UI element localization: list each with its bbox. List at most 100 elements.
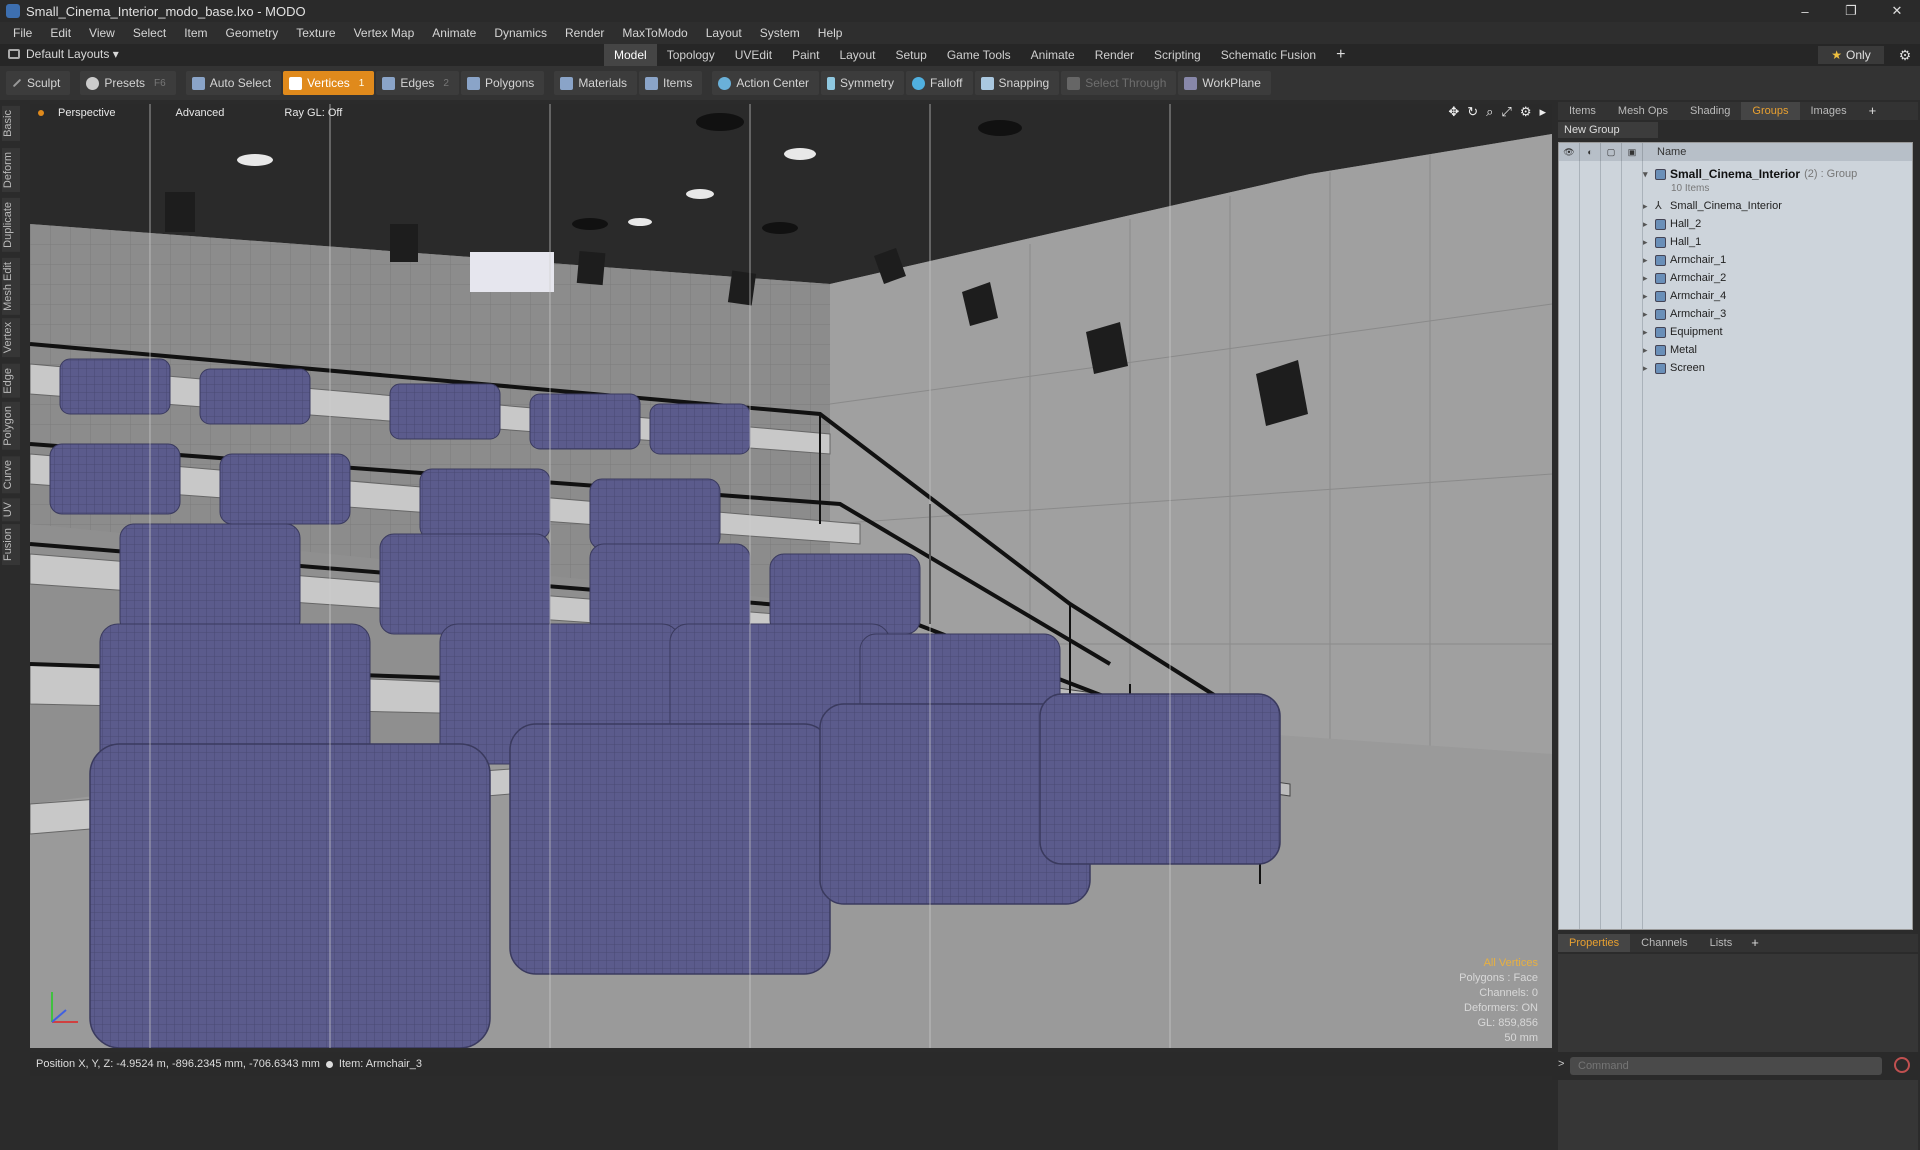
render-column-icon[interactable]: ◐ (1580, 143, 1601, 161)
tab-fusion[interactable]: Fusion (2, 524, 20, 566)
list-item[interactable]: ▸ Armchair_1 (1643, 251, 1913, 269)
snapping-button[interactable]: Snapping (974, 71, 1060, 95)
list-item[interactable]: ▸ Hall_2 (1643, 215, 1913, 233)
list-item[interactable]: ▸ Armchair_4 (1643, 287, 1913, 305)
tab-properties[interactable]: Properties (1558, 934, 1631, 952)
polygons-button[interactable]: Polygons (460, 71, 545, 95)
sculpt-button[interactable]: Sculpt (6, 71, 71, 95)
tab-vertex[interactable]: Vertex (2, 318, 20, 358)
tab-items[interactable]: Items (1558, 102, 1607, 120)
viewport-menu-icon[interactable] (38, 110, 44, 116)
list-item[interactable]: ▸ Armchair_3 (1643, 305, 1913, 323)
menu-edit[interactable]: Edit (41, 26, 80, 40)
list-item[interactable]: ▸ Screen (1643, 359, 1913, 377)
menu-layout[interactable]: Layout (697, 26, 751, 40)
tab-duplicate[interactable]: Duplicate (2, 198, 20, 252)
items-button[interactable]: Items (639, 71, 703, 95)
zoom-view-icon[interactable]: ⌕ (1486, 104, 1493, 120)
tab-scripting[interactable]: Scripting (1144, 44, 1211, 66)
tab-channels[interactable]: Channels (1630, 934, 1698, 952)
view-type-selector[interactable]: Perspective (58, 107, 115, 119)
menu-render[interactable]: Render (556, 26, 613, 40)
tab-mesh-edit[interactable]: Mesh Edit (2, 258, 20, 315)
tab-setup[interactable]: Setup (885, 44, 936, 66)
collapse-icon[interactable]: ▾ (1643, 169, 1653, 180)
tab-animate[interactable]: Animate (1021, 44, 1085, 66)
close-button[interactable]: ✕ (1874, 0, 1920, 22)
command-history-icon[interactable]: > (1558, 1058, 1564, 1070)
action-center-button[interactable]: Action Center (712, 71, 820, 95)
move-view-icon[interactable]: ✥ (1448, 104, 1459, 120)
tab-layout[interactable]: Layout (829, 44, 885, 66)
menu-maxtomodo[interactable]: MaxToModo (613, 26, 696, 40)
restore-button[interactable]: ❐ (1828, 0, 1874, 22)
list-item[interactable]: ▸ Armchair_2 (1643, 269, 1913, 287)
tab-schematic-fusion[interactable]: Schematic Fusion (1211, 44, 1326, 66)
add-props-tab-icon[interactable]: + (1743, 934, 1767, 952)
gear-icon[interactable]: ⚙ (1896, 46, 1914, 64)
fit-view-icon[interactable]: ⤢ (1501, 104, 1511, 120)
menu-select[interactable]: Select (124, 26, 175, 40)
tab-images[interactable]: Images (1800, 102, 1858, 120)
materials-button[interactable]: Materials (554, 71, 637, 95)
tab-basic[interactable]: Basic (2, 106, 20, 141)
list-item[interactable]: ▸ ⅄ Small_Cinema_Interior (1643, 197, 1913, 215)
workplane-button[interactable]: WorkPlane (1178, 71, 1271, 95)
rotate-view-icon[interactable]: ↻ (1467, 104, 1478, 120)
tab-curve[interactable]: Curve (2, 456, 20, 494)
list-item[interactable]: ▸ Hall_1 (1643, 233, 1913, 251)
symmetry-button[interactable]: Symmetry (821, 71, 905, 95)
tab-shading[interactable]: Shading (1679, 102, 1741, 120)
command-input[interactable] (1570, 1057, 1882, 1075)
menu-help[interactable]: Help (809, 26, 852, 40)
menu-system[interactable]: System (751, 26, 809, 40)
auto-select-button[interactable]: Auto Select (185, 71, 282, 95)
tab-render[interactable]: Render (1085, 44, 1144, 66)
tab-paint[interactable]: Paint (782, 44, 829, 66)
menu-dynamics[interactable]: Dynamics (485, 26, 556, 40)
menu-geometry[interactable]: Geometry (217, 26, 288, 40)
tab-mesh-ops[interactable]: Mesh Ops (1607, 102, 1679, 120)
select-column-icon[interactable]: ▣ (1622, 143, 1643, 161)
menu-item[interactable]: Item (175, 26, 216, 40)
select-through-button[interactable]: Select Through (1061, 71, 1177, 95)
menu-vertex-map[interactable]: Vertex Map (345, 26, 424, 40)
minimize-button[interactable]: – (1782, 0, 1828, 22)
tab-polygon[interactable]: Polygon (2, 402, 20, 450)
list-item[interactable]: ▸ Equipment (1643, 323, 1913, 341)
add-panel-tab-icon[interactable]: + (1858, 102, 1888, 120)
tab-uvedit[interactable]: UVEdit (725, 44, 782, 66)
falloff-button[interactable]: Falloff (906, 71, 973, 95)
tab-groups[interactable]: Groups (1741, 102, 1800, 120)
falloff-icon (912, 76, 926, 90)
new-group-button[interactable]: New Group (1558, 122, 1658, 138)
only-toggle[interactable]: ★ Only (1818, 46, 1884, 64)
menu-file[interactable]: File (4, 26, 41, 40)
tab-lists[interactable]: Lists (1699, 934, 1744, 952)
add-tab-icon[interactable]: + (1326, 44, 1355, 66)
menu-view[interactable]: View (80, 26, 124, 40)
layout-selector[interactable]: Default Layouts ▾ (8, 47, 119, 61)
raygl-toggle[interactable]: Ray GL: Off (284, 107, 342, 119)
tab-uv[interactable]: UV (2, 498, 20, 522)
menu-texture[interactable]: Texture (287, 26, 344, 40)
expand-viewport-icon[interactable]: ▸ (1539, 104, 1546, 120)
tab-model[interactable]: Model (604, 44, 657, 66)
lock-column-icon[interactable]: ▢ (1601, 143, 1622, 161)
visibility-column-icon[interactable]: 👁 (1559, 143, 1580, 161)
3d-viewport[interactable] (30, 104, 1552, 1048)
tab-edge[interactable]: Edge (2, 364, 20, 398)
vertices-button[interactable]: Vertices 1 (283, 71, 375, 95)
viewport-settings-icon[interactable]: ⚙ (1520, 104, 1532, 120)
menu-animate[interactable]: Animate (423, 26, 485, 40)
record-macro-icon[interactable] (1894, 1057, 1910, 1073)
groups-list: 👁 ◐ ▢ ▣ Name ▾ Small_Cinema_Interior (2)… (1558, 142, 1913, 930)
presets-button[interactable]: Presets F6 (80, 71, 176, 95)
window-controls: – ❐ ✕ (1782, 0, 1920, 22)
shading-selector[interactable]: Advanced (175, 107, 224, 119)
list-item[interactable]: ▸ Metal (1643, 341, 1913, 359)
tab-deform[interactable]: Deform (2, 148, 20, 193)
edges-button[interactable]: Edges 2 (376, 71, 459, 95)
tab-game-tools[interactable]: Game Tools (937, 44, 1021, 66)
tab-topology[interactable]: Topology (657, 44, 725, 66)
